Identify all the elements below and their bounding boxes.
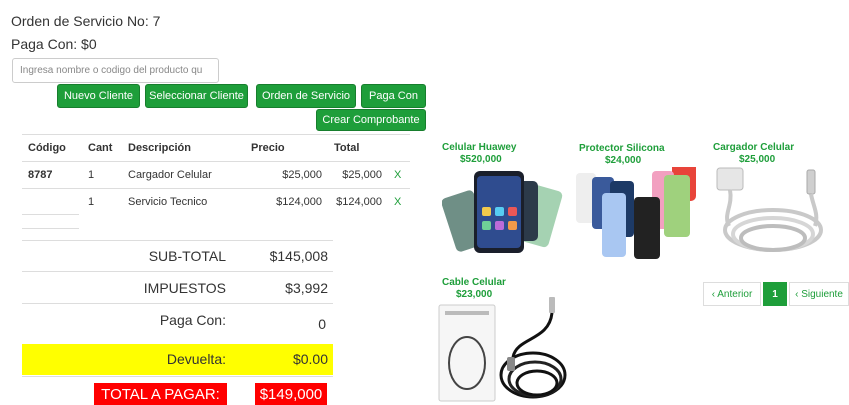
col-cant: Cant [82, 134, 122, 162]
devuelta-value: $0.00 [292, 351, 328, 367]
row-descripcion: Cargador Celular [122, 161, 245, 189]
paga-con-button[interactable]: Paga Con [361, 84, 426, 108]
row-cant: 1 [82, 161, 122, 189]
paga-con-value: 0 [318, 316, 326, 332]
paga-con-label: Paga Con: [159, 312, 226, 328]
product-name: Protector Silicona [579, 143, 665, 154]
impuestos-label: IMPUESTOS [143, 280, 226, 296]
order-title: Orden de Servicio No: 7 [11, 13, 161, 29]
product-card-celular[interactable]: Celular Huawey $520,000 [442, 142, 564, 257]
col-codigo: Código [22, 134, 82, 162]
divider [22, 271, 333, 272]
case-image [576, 167, 696, 259]
col-total: Total [328, 134, 388, 162]
product-name: Celular Huawey [442, 142, 517, 153]
devuelta-label: Devuelta: [166, 351, 226, 367]
product-name: Cable Celular [442, 277, 506, 288]
row-descripcion: Servicio Tecnico [122, 188, 245, 216]
items-table: Código Cant Descripción Precio Total 878… [22, 134, 410, 216]
delete-row-button[interactable]: X [388, 161, 410, 189]
row-total: $124,000 [328, 188, 388, 216]
charger-image [716, 167, 823, 252]
product-search-input[interactable] [12, 58, 219, 83]
col-precio: Precio [245, 134, 328, 162]
row-codigo [22, 188, 82, 216]
product-price: $520,000 [460, 154, 502, 165]
total-label: TOTAL A PAGAR: [94, 383, 227, 405]
subtotal-label: SUB-TOTAL [148, 248, 226, 264]
divider [22, 214, 79, 215]
cable-image [438, 297, 567, 402]
row-total: $25,000 [328, 161, 388, 189]
row-precio: $25,000 [245, 161, 328, 189]
paga-con-header: Paga Con: $0 [11, 36, 97, 52]
product-card-cargador[interactable]: Cargador Celular $25,000 [713, 142, 835, 263]
product-card-cable[interactable]: Cable Celular $23,000 [437, 277, 577, 405]
table-header-row: Código Cant Descripción Precio Total [22, 134, 410, 162]
product-price: $25,000 [739, 154, 776, 165]
row-codigo: 8787 [22, 161, 82, 189]
nuevo-cliente-button[interactable]: Nuevo Cliente [57, 84, 140, 108]
orden-servicio-button[interactable]: Orden de Servicio [256, 84, 356, 108]
table-row: 1 Servicio Tecnico $124,000 $124,000 X [22, 188, 410, 216]
pagination-page-1[interactable]: 1 [763, 282, 787, 306]
table-row: 8787 1 Cargador Celular $25,000 $25,000 … [22, 161, 410, 189]
delete-row-button[interactable]: X [388, 188, 410, 216]
col-descripcion: Descripción [122, 134, 245, 162]
divider [22, 240, 333, 241]
total-value: $149,000 [255, 383, 327, 405]
product-card-protector[interactable]: Protector Silicona $24,000 [576, 139, 700, 260]
seleccionar-cliente-button[interactable]: Seleccionar Cliente [145, 84, 248, 108]
divider [22, 228, 79, 229]
phone-image [442, 171, 563, 253]
pagination-next[interactable]: ‹ Siguiente [789, 282, 849, 306]
col-action [388, 134, 410, 162]
divider [22, 376, 333, 377]
product-name: Cargador Celular [713, 142, 795, 153]
crear-comprobante-button[interactable]: Crear Comprobante [316, 109, 426, 131]
row-precio: $124,000 [245, 188, 328, 216]
divider [22, 303, 333, 304]
impuestos-value: $3,992 [285, 280, 328, 296]
row-cant: 1 [82, 188, 122, 216]
product-price: $24,000 [605, 155, 642, 166]
pagination-prev[interactable]: ‹ Anterior [703, 282, 761, 306]
subtotal-value: $145,008 [269, 248, 328, 264]
